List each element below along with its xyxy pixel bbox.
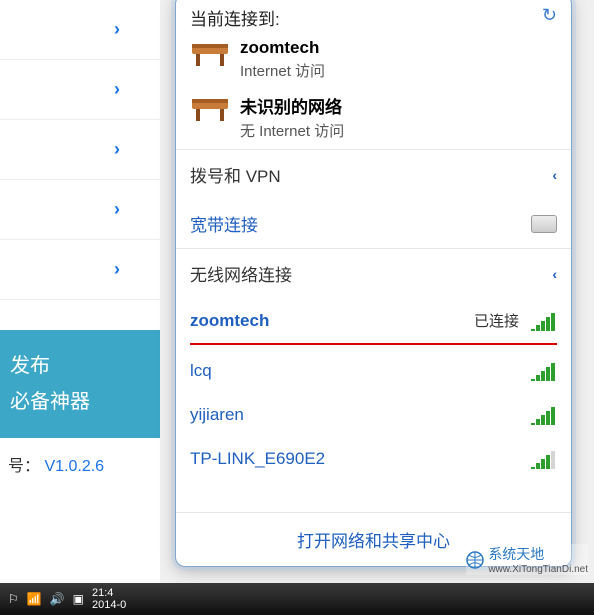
side-menu-item[interactable]: › [0, 0, 160, 60]
refresh-icon[interactable]: ↻ [542, 5, 557, 26]
wifi-ssid: lcq [190, 361, 212, 381]
chevron-right-icon: › [114, 199, 120, 220]
wifi-ssid: TP-LINK_E690E2 [190, 449, 325, 469]
wifi-list: zoomtech 已连接 lcq yijiaren TP-LINK_E690E2 [176, 298, 571, 481]
taskbar: ⚐ 📶 🔊 ▣ 21:4 2014-0 [0, 583, 594, 615]
chevron-right-icon: › [114, 259, 120, 280]
promo-line: 发布 [10, 348, 150, 384]
wifi-status: 已连接 [474, 310, 519, 331]
connection-name: zoomtech [240, 38, 325, 58]
modem-icon [531, 215, 557, 233]
watermark-brand: 系统天地 [488, 544, 588, 564]
section-wifi[interactable]: 无线网络连接 ‹ [176, 248, 571, 298]
chevron-up-icon: ‹ [552, 167, 557, 183]
wifi-item[interactable]: zoomtech 已连接 [176, 298, 571, 343]
clock[interactable]: 21:4 2014-0 [92, 587, 126, 611]
current-connection: zoomtech Internet 访问 [176, 34, 571, 89]
connection-status: Internet 访问 [240, 60, 325, 81]
signal-icon [531, 449, 557, 469]
connection-icon [190, 93, 230, 125]
side-menu-item[interactable]: › [0, 240, 160, 300]
side-menu-item[interactable]: › [0, 120, 160, 180]
signal-icon [531, 311, 557, 331]
connection-status: 无 Internet 访问 [240, 120, 344, 141]
section-label: 无线网络连接 [190, 261, 292, 286]
side-menu-item[interactable]: › [0, 180, 160, 240]
tray-volume-icon[interactable]: 🔊 [50, 592, 65, 606]
open-network-center-label: 打开网络和共享中心 [297, 532, 450, 551]
chevron-right-icon: › [114, 79, 120, 100]
tray-flag-icon[interactable]: ⚐ [8, 592, 19, 606]
watermark-url: www.XiTongTianDi.net [488, 564, 588, 575]
promo-banner: 发布 必备神器 [0, 330, 160, 438]
connection-icon [190, 38, 230, 70]
dial-item-label: 宽带连接 [190, 211, 258, 236]
globe-icon [466, 551, 484, 569]
dial-item[interactable]: 宽带连接 [176, 199, 571, 248]
tray-network-icon[interactable]: 📶 [27, 592, 42, 606]
wifi-item[interactable]: TP-LINK_E690E2 [176, 437, 571, 481]
wifi-ssid: yijiaren [190, 405, 244, 425]
annotation-underline [190, 343, 557, 345]
network-flyout: 当前连接到: ↻ zoomtech Internet 访问 未识别的网络 无 I… [175, 0, 572, 567]
clock-date: 2014-0 [92, 599, 126, 611]
flyout-title: 当前连接到: [190, 5, 280, 30]
signal-icon [531, 361, 557, 381]
current-connection: 未识别的网络 无 Internet 访问 [176, 89, 571, 149]
section-label: 拨号和 VPN [190, 162, 281, 187]
section-dial-vpn[interactable]: 拨号和 VPN ‹ [176, 149, 571, 199]
tray-icon[interactable]: ▣ [73, 592, 84, 606]
watermark: 系统天地 www.XiTongTianDi.net [466, 544, 588, 575]
chevron-right-icon: › [114, 19, 120, 40]
chevron-up-icon: ‹ [552, 266, 557, 282]
clock-time: 21:4 [92, 587, 126, 599]
wifi-item[interactable]: lcq [176, 349, 571, 393]
wifi-item[interactable]: yijiaren [176, 393, 571, 437]
wifi-ssid: zoomtech [190, 311, 269, 331]
signal-icon [531, 405, 557, 425]
connection-name: 未识别的网络 [240, 93, 344, 118]
version-row: 号： V1.0.2.6 [0, 438, 160, 490]
promo-line: 必备神器 [10, 384, 150, 420]
chevron-right-icon: › [114, 139, 120, 160]
version-number: V1.0.2.6 [44, 458, 104, 475]
version-prefix: 号： [8, 458, 40, 475]
side-menu-item[interactable]: › [0, 60, 160, 120]
side-panel: › › › › › 发布 必备神器 号： V1.0.2.6 [0, 0, 160, 615]
